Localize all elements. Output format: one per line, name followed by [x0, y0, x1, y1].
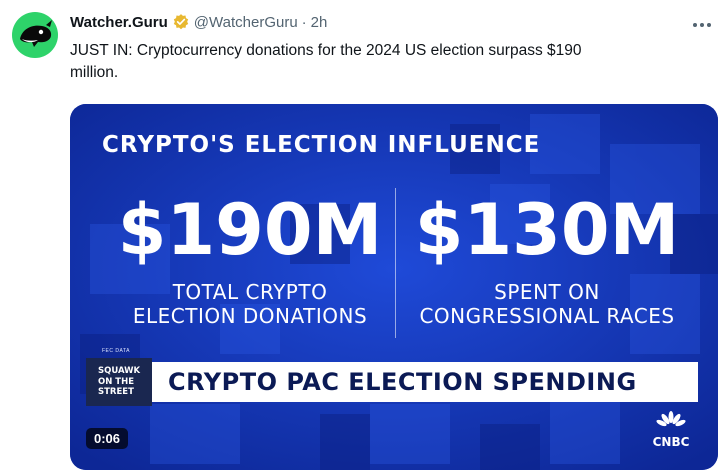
- stat-value: $130M: [414, 189, 680, 271]
- stat-label: TOTAL CRYPTO: [172, 280, 328, 304]
- stat-label: CONGRESSIONAL RACES: [419, 304, 675, 328]
- peacock-icon: [656, 411, 686, 427]
- show-name-line: ON THE: [98, 376, 135, 387]
- whale-logo-icon: [20, 20, 52, 47]
- show-name-box: SQUAWK ON THE STREET: [86, 358, 152, 406]
- tweet-header: Watcher.Guru @WatcherGuru · 2h: [70, 13, 327, 31]
- lower-third-banner: CRYPTO PAC ELECTION SPENDING: [152, 362, 698, 402]
- separator-dot: ·: [301, 13, 307, 31]
- video-player[interactable]: CRYPTO'S ELECTION INFLUENCE $190M TOTAL …: [70, 104, 718, 470]
- stat-value: $190M: [117, 189, 383, 271]
- video-headline: CRYPTO'S ELECTION INFLUENCE: [102, 132, 541, 158]
- author-name[interactable]: Watcher.Guru: [70, 14, 168, 31]
- stat-divider: [395, 188, 396, 338]
- author-handle[interactable]: @WatcherGuru: [194, 14, 298, 31]
- stat-label: ELECTION DONATIONS: [132, 304, 368, 328]
- stat-label: SPENT ON: [494, 280, 600, 304]
- banner-text: CRYPTO PAC ELECTION SPENDING: [168, 368, 637, 396]
- timestamp[interactable]: 2h: [311, 14, 328, 31]
- show-name-line: STREET: [98, 387, 134, 398]
- tweet-text-line: JUST IN: Cryptocurrency donations for th…: [70, 42, 582, 59]
- network-name: CNBC: [652, 435, 690, 449]
- cnbc-logo: CNBC: [648, 410, 694, 449]
- source-label: FEC DATA: [102, 348, 130, 354]
- tweet-text-line: million.: [70, 64, 119, 81]
- avatar[interactable]: [12, 12, 58, 58]
- verified-badge-icon: [173, 14, 188, 30]
- stat-congressional-spend: $130M SPENT ON CONGRESSIONAL RACES: [402, 190, 692, 328]
- video-timer: 0:06: [86, 428, 129, 449]
- show-name-line: SQUAWK: [98, 366, 141, 377]
- more-dots-icon[interactable]: [692, 12, 712, 33]
- tweet-text: JUST IN: Cryptocurrency donations for th…: [70, 40, 710, 84]
- stat-total-donations: $190M TOTAL CRYPTO ELECTION DONATIONS: [100, 190, 400, 328]
